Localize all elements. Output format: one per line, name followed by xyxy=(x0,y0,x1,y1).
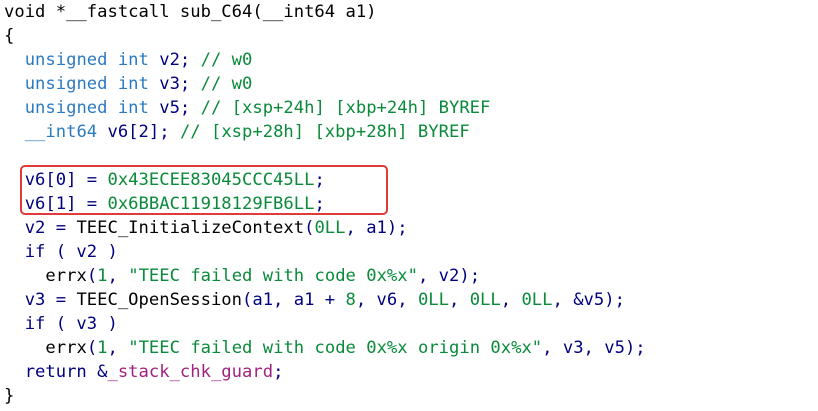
code-token[interactable]: v6[1] = xyxy=(4,194,107,214)
code-line[interactable]: unsigned int v5; // [xsp+24h] [xbp+24h] … xyxy=(4,96,491,120)
pseudocode-view[interactable]: void *__fastcall sub_C64(__int64 a1) { un… xyxy=(0,0,818,411)
code-token[interactable]: v6[0] = xyxy=(4,170,107,190)
code-token[interactable]: , v6, xyxy=(356,290,418,310)
code-token[interactable]: void *__fastcall sub_C64(__int64 a1) xyxy=(4,2,377,22)
code-token[interactable] xyxy=(4,338,45,358)
code-token[interactable]: , a1); xyxy=(346,218,408,238)
code-line[interactable]: void *__fastcall sub_C64(__int64 a1) xyxy=(4,0,377,24)
code-line[interactable]: unsigned int v2; // w0 xyxy=(4,48,253,72)
code-token[interactable]: ( xyxy=(304,218,314,238)
code-token[interactable]: 1 xyxy=(97,338,107,358)
code-token[interactable]: , xyxy=(108,266,129,286)
code-token[interactable] xyxy=(4,266,45,286)
code-token[interactable]: ; xyxy=(314,170,324,190)
code-token[interactable] xyxy=(4,74,25,94)
code-token[interactable]: unsigned int xyxy=(25,50,149,70)
code-token[interactable]: __int64 xyxy=(25,122,97,142)
code-token[interactable]: ( xyxy=(87,266,97,286)
code-token[interactable]: 0LL xyxy=(470,290,501,310)
code-line[interactable]: v6[0] = 0x43ECEE83045CCC45LL; xyxy=(4,168,325,192)
code-token[interactable]: // [xsp+24h] [xbp+24h] BYREF xyxy=(201,98,491,118)
code-line[interactable]: errx(1, "TEEC failed with code 0x%x", v2… xyxy=(4,264,480,288)
code-token[interactable] xyxy=(4,122,25,142)
code-token[interactable]: } xyxy=(4,386,14,406)
code-token[interactable]: TEEC_OpenSession xyxy=(76,290,242,310)
code-line[interactable]: v3 = TEEC_OpenSession(a1, a1 + 8, v6, 0L… xyxy=(4,288,625,312)
code-token[interactable]: "TEEC failed with code 0x%x" xyxy=(128,266,418,286)
code-token[interactable]: return & xyxy=(4,362,108,382)
code-token[interactable]: v3; xyxy=(149,74,201,94)
code-line[interactable]: __int64 v6[2]; // [xsp+28h] [xbp+28h] BY… xyxy=(4,120,470,144)
code-token[interactable]: 8 xyxy=(346,290,356,310)
code-token[interactable]: 0x6BBAC11918129FB6LL xyxy=(107,194,314,214)
code-token[interactable]: 1 xyxy=(97,266,107,286)
code-token[interactable]: , v3, v5); xyxy=(542,338,645,358)
code-token[interactable]: TEEC_InitializeContext xyxy=(76,218,304,238)
code-line[interactable]: v2 = TEEC_InitializeContext(0LL, a1); xyxy=(4,216,408,240)
code-token[interactable]: (a1, a1 + xyxy=(242,290,345,310)
code-token[interactable]: { xyxy=(4,26,14,46)
code-line[interactable]: if ( v3 ) xyxy=(4,312,118,336)
code-token[interactable]: 0x43ECEE83045CCC45LL xyxy=(107,170,314,190)
code-token[interactable]: errx xyxy=(45,266,86,286)
code-token[interactable]: if ( v3 ) xyxy=(4,314,118,334)
code-line[interactable]: } xyxy=(4,384,14,408)
code-token[interactable]: , xyxy=(108,338,129,358)
code-token[interactable]: , v2); xyxy=(418,266,480,286)
code-token[interactable] xyxy=(4,50,25,70)
code-line[interactable]: if ( v2 ) xyxy=(4,240,118,264)
code-token[interactable]: if ( v2 ) xyxy=(4,242,118,262)
code-token[interactable]: , xyxy=(501,290,522,310)
code-token[interactable]: 0LL xyxy=(418,290,449,310)
code-token[interactable]: unsigned int xyxy=(25,74,149,94)
code-token[interactable]: _stack_chk_guard xyxy=(107,362,273,382)
code-token[interactable]: ; xyxy=(314,194,324,214)
code-token[interactable]: v6[2]; xyxy=(97,122,180,142)
code-line[interactable]: errx(1, "TEEC failed with code 0x%x orig… xyxy=(4,336,645,360)
code-token[interactable]: , &v5); xyxy=(553,290,625,310)
code-line[interactable]: return &_stack_chk_guard; xyxy=(4,360,284,384)
code-token[interactable]: ( xyxy=(87,338,97,358)
code-token[interactable]: unsigned int xyxy=(25,98,149,118)
code-token[interactable]: // w0 xyxy=(201,50,253,70)
code-token[interactable]: // w0 xyxy=(201,74,253,94)
code-token[interactable]: errx xyxy=(45,338,86,358)
code-token[interactable]: "TEEC failed with code 0x%x origin 0x%x" xyxy=(128,338,542,358)
code-token[interactable]: v2 = xyxy=(4,218,76,238)
code-token[interactable]: , xyxy=(449,290,470,310)
code-line[interactable]: { xyxy=(4,24,14,48)
code-token[interactable]: v3 = xyxy=(4,290,76,310)
code-token[interactable]: 0LL xyxy=(314,218,345,238)
code-token[interactable]: ; xyxy=(273,362,283,382)
code-token[interactable]: // [xsp+28h] [xbp+28h] BYREF xyxy=(180,122,470,142)
code-line[interactable]: v6[1] = 0x6BBAC11918129FB6LL; xyxy=(4,192,325,216)
code-token[interactable]: 0LL xyxy=(521,290,552,310)
code-token[interactable]: v2; xyxy=(149,50,201,70)
code-line[interactable]: unsigned int v3; // w0 xyxy=(4,72,253,96)
code-token[interactable] xyxy=(4,98,25,118)
code-token[interactable]: v5; xyxy=(149,98,201,118)
